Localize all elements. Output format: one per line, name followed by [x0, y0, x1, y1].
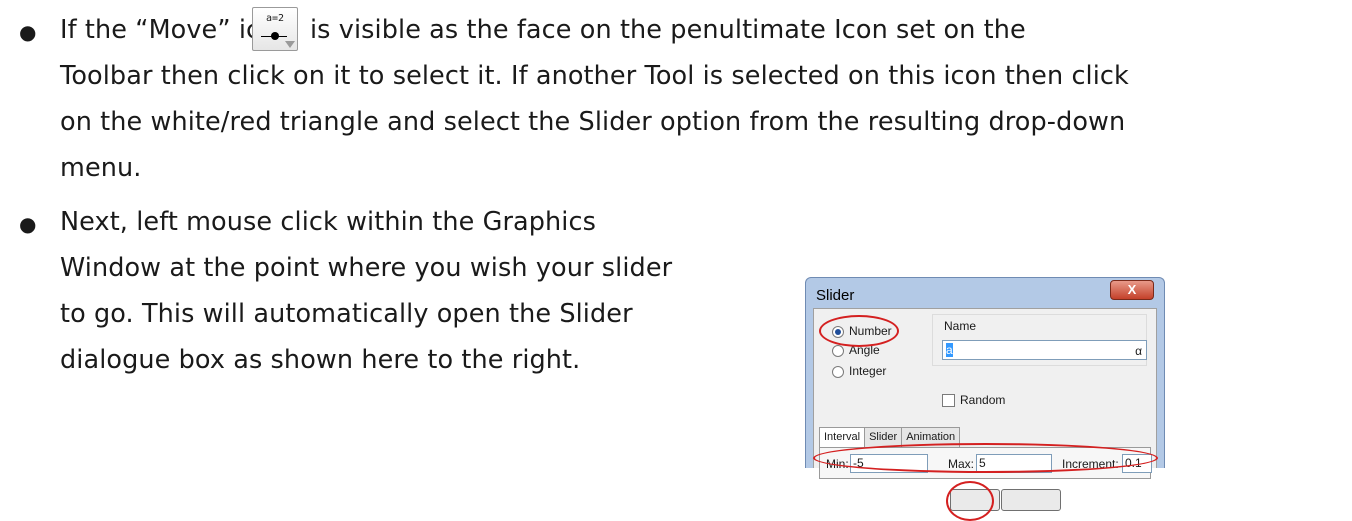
name-value: a [946, 343, 953, 357]
interval-highlight-ellipse [813, 443, 1158, 473]
number-highlight-ellipse [819, 315, 899, 347]
random-checkbox[interactable]: Random [942, 392, 1005, 408]
radio-button-icon [832, 344, 844, 357]
paragraph-2-line-2: Window at the point where you wish your … [60, 253, 673, 283]
paragraph-1-line-1-cont: is visible as the face on the penultimat… [310, 15, 1026, 45]
dropdown-triangle-icon [285, 41, 295, 48]
ok-highlight-ellipse [946, 481, 994, 521]
paragraph-1-line-4: menu. [60, 153, 142, 183]
slider-tool-icon: a=2 [252, 7, 298, 51]
name-label: Name [944, 319, 977, 333]
checkbox-icon [942, 394, 955, 408]
radio-integer[interactable]: Integer [832, 363, 886, 379]
cancel-button[interactable] [1001, 489, 1061, 511]
slider-tool-icon-label: a=2 [265, 13, 285, 24]
bullet-marker: ● [19, 20, 37, 44]
tab-interval[interactable]: Interval [819, 427, 866, 447]
paragraph-2-line-3: to go. This will automatically open the … [60, 299, 633, 329]
paragraph-1-line-3: on the white/red triangle and select the… [60, 107, 1126, 137]
paragraph-2-line-1: Next, left mouse click within the Graphi… [60, 207, 597, 237]
alpha-symbol-button[interactable]: α [1135, 342, 1142, 360]
tab-slider[interactable]: Slider [864, 427, 903, 447]
dialog-title: Slider [816, 287, 855, 304]
close-button[interactable]: X [1110, 280, 1154, 300]
paragraph-1-line-2: Toolbar then click on it to select it. I… [60, 61, 1129, 91]
radio-button-icon [832, 365, 844, 378]
slider-dialog: Slider X Number Angle Integer Name a α R… [805, 277, 1165, 521]
paragraph-2-line-4: dialogue box as shown here to the right. [60, 345, 581, 375]
bullet-marker: ● [19, 212, 37, 236]
name-input[interactable]: a α [942, 340, 1147, 360]
